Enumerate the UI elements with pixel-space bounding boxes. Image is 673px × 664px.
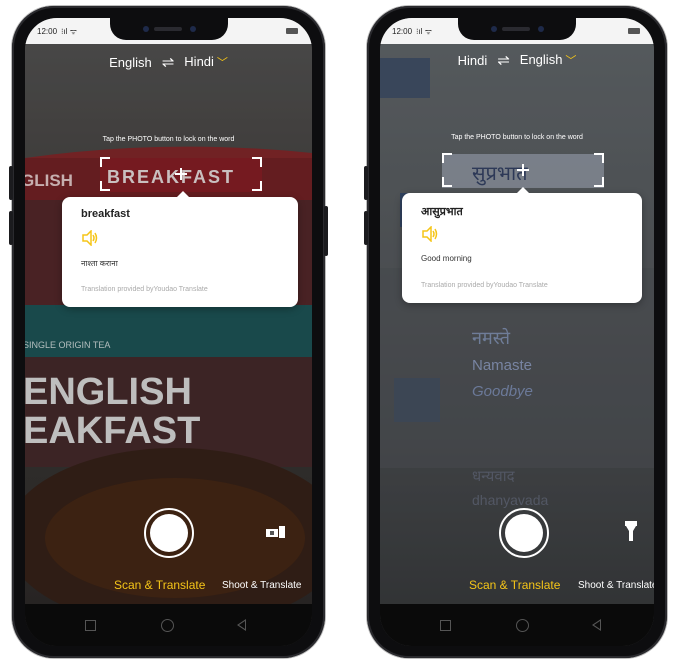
back-icon[interactable] [237, 619, 246, 631]
target-language-label: Hindi [184, 54, 214, 69]
popup-word: आसुप्रभात [421, 206, 463, 218]
popup-provider: Translation provided byYoudao Translate [421, 282, 548, 289]
language-bar: Hindi ⇌ English ﹀ [380, 42, 654, 78]
front-camera-icon [491, 26, 497, 32]
earpiece-speaker [502, 27, 530, 31]
status-time: 12:00 [37, 27, 58, 36]
translation-popup: आसुप्रभात Good morning Translation provi… [402, 187, 642, 303]
status-time: 12:00 [392, 27, 413, 36]
mode-switcher: Scan & Translate Shoot & Translate [25, 578, 312, 598]
source-language-button[interactable]: Hindi [458, 53, 488, 68]
phone-left: SINGLE ORIGIN TEA ENGLISH EAKFAST GLISH … [9, 6, 328, 658]
front-camera-icon [142, 26, 149, 32]
flashlight-icon[interactable] [625, 521, 637, 541]
navigation-bar [25, 604, 312, 646]
swap-languages-icon[interactable]: ⇌ [162, 53, 175, 71]
mode-scan-translate[interactable]: Scan & Translate [469, 578, 560, 592]
photo-hint: Tap the PHOTO button to lock on the word [102, 136, 235, 143]
home-icon[interactable] [516, 619, 529, 632]
speaker-icon[interactable] [421, 226, 439, 242]
battery-icon [286, 28, 298, 34]
mode-scan-translate[interactable]: Scan & Translate [114, 578, 205, 592]
mode-switcher: Scan & Translate Shoot & Translate [380, 578, 654, 598]
phone-right: नमस्ते Namaste Goodbye धन्यवाद dhanyavad… [364, 6, 667, 658]
crosshair-icon [517, 164, 529, 176]
target-language-label: English [519, 52, 563, 67]
chevron-down-icon: ﹀ [216, 57, 228, 69]
photo-hint: Tap the PHOTO button to lock on the word [451, 134, 583, 141]
notch [458, 18, 576, 40]
language-bar: English ⇌ Hindi ﹀ [25, 44, 312, 80]
popup-word: breakfast [81, 208, 130, 220]
back-icon[interactable] [592, 619, 601, 631]
camera-switch-icon[interactable] [266, 526, 286, 538]
earpiece-speaker [153, 27, 182, 31]
screen: नमस्ते Namaste Goodbye धन्यवाद dhanyavad… [380, 18, 654, 646]
mode-shoot-translate[interactable]: Shoot & Translate [578, 580, 654, 591]
recent-apps-icon[interactable] [440, 620, 451, 631]
volume-button [364, 211, 368, 245]
target-language-button[interactable]: English ﹀ [520, 52, 577, 68]
translation-popup: breakfast नाश्ता कराना Translation provi… [62, 191, 298, 307]
screen: SINGLE ORIGIN TEA ENGLISH EAKFAST GLISH … [25, 18, 312, 646]
shutter-button[interactable] [499, 508, 549, 558]
target-language-button[interactable]: Hindi ﹀ [184, 54, 228, 70]
signal-wifi-icon: ⁝ıl ᯤ [416, 27, 433, 36]
speaker-icon[interactable] [81, 230, 99, 246]
crosshair-icon [175, 168, 187, 180]
battery-icon [628, 28, 640, 34]
popup-meaning: नाश्ता कराना [81, 259, 118, 268]
power-button [324, 206, 328, 256]
home-icon[interactable] [161, 619, 174, 632]
notch [109, 18, 228, 40]
sensor-icon [189, 26, 196, 32]
volume-button [9, 211, 13, 245]
navigation-bar [380, 604, 654, 646]
recent-apps-icon[interactable] [85, 620, 96, 631]
swap-languages-icon[interactable]: ⇌ [497, 51, 510, 69]
mode-shoot-translate[interactable]: Shoot & Translate [222, 580, 302, 591]
source-language-button[interactable]: English [109, 55, 152, 70]
popup-provider: Translation provided byYoudao Translate [81, 286, 208, 293]
scan-frame [100, 157, 262, 191]
volume-button [9, 166, 13, 200]
popup-meaning: Good morning [421, 254, 472, 263]
shutter-button[interactable] [144, 508, 194, 558]
scan-frame [442, 153, 604, 187]
chevron-down-icon: ﹀ [565, 55, 577, 67]
sensor-icon [538, 26, 544, 32]
volume-button [364, 166, 368, 200]
signal-wifi-icon: ⁝ıl ᯤ [61, 27, 78, 36]
